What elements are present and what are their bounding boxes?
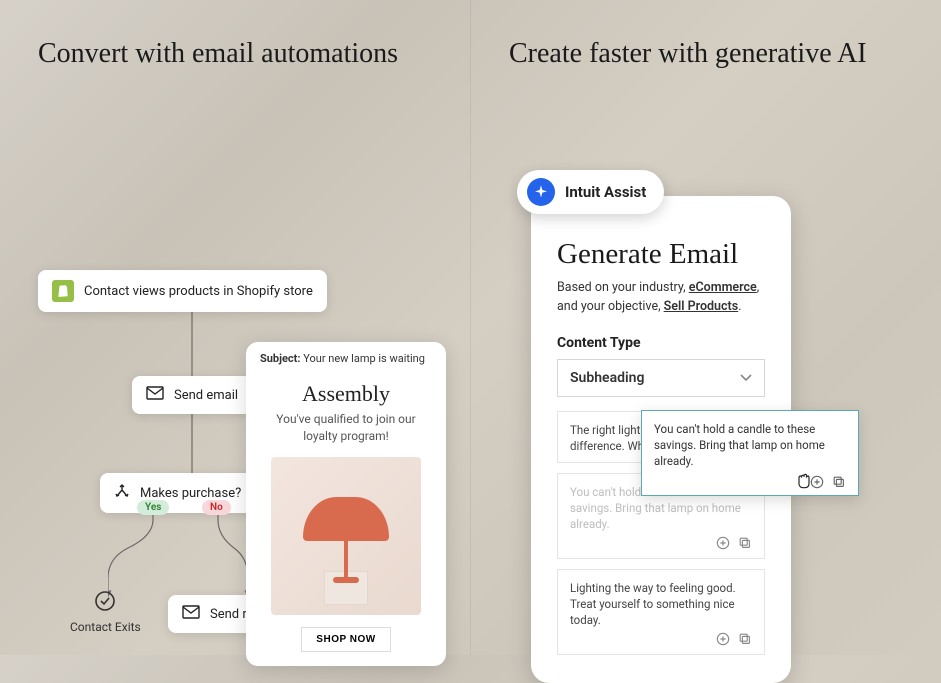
tooltip-text: You can't hold a candle to these savings… — [654, 422, 825, 468]
automation-flow: Contact views products in Shopify store … — [38, 100, 440, 660]
content-type-label: Content Type — [557, 335, 765, 351]
plus-circle-icon[interactable] — [716, 536, 730, 550]
decision-label: Makes purchase? — [140, 486, 241, 501]
copy-icon[interactable] — [738, 536, 752, 550]
generate-subtitle: Based on your industry, eCommerce, and y… — [557, 279, 765, 317]
email-brand: Assembly — [246, 381, 446, 407]
industry-link[interactable]: eCommerce — [689, 280, 757, 295]
check-circle-icon — [94, 590, 116, 612]
copy-icon[interactable] — [832, 475, 846, 489]
suggestion-card[interactable]: Lighting the way to feeling good. Treat … — [557, 569, 765, 655]
email-subject: Subject: Your new lamp is waiting — [246, 342, 446, 373]
email-preview-card: Subject: Your new lamp is waiting Assemb… — [246, 342, 446, 666]
suggestion-tooltip[interactable]: You can't hold a candle to these savings… — [641, 410, 859, 496]
chevron-down-icon — [740, 370, 752, 386]
product-image — [271, 457, 421, 615]
decision-node[interactable]: Makes purchase? — [100, 473, 255, 513]
contact-exits: Contact Exits — [70, 590, 141, 634]
grab-cursor-icon — [794, 471, 814, 491]
email-copy: You've qualified to join our loyalty pro… — [246, 411, 446, 457]
envelope-icon — [146, 386, 164, 404]
suggestion-text: Lighting the way to feeling good. Treat … — [570, 581, 736, 627]
trigger-label: Contact views products in Shopify store — [84, 284, 313, 299]
branch-yes-pill: Yes — [137, 500, 169, 515]
plus-circle-icon[interactable] — [716, 632, 730, 646]
right-heading: Create faster with generative AI — [509, 38, 911, 70]
shop-now-button[interactable]: SHOP NOW — [301, 627, 390, 652]
trigger-node[interactable]: Contact views products in Shopify store — [38, 270, 327, 312]
sparkle-icon — [527, 178, 555, 206]
generative-ai-column: Create faster with generative AI Intuit … — [471, 0, 941, 655]
split-icon — [114, 483, 130, 503]
envelope-icon — [182, 605, 200, 623]
send-label: Send email — [174, 388, 238, 403]
branch-no-pill: No — [202, 500, 231, 515]
email-automations-column: Convert with email automations Contact v… — [0, 0, 471, 655]
assist-label: Intuit Assist — [565, 183, 646, 201]
copy-icon[interactable] — [738, 632, 752, 646]
select-value: Subheading — [570, 370, 644, 386]
shopify-icon — [52, 280, 74, 302]
exit-label: Contact Exits — [70, 620, 141, 634]
left-heading: Convert with email automations — [38, 38, 440, 70]
content-type-select[interactable]: Subheading — [557, 359, 765, 397]
objective-link[interactable]: Sell Products — [664, 299, 739, 314]
generate-title: Generate Email — [557, 238, 765, 271]
intuit-assist-pill[interactable]: Intuit Assist — [517, 170, 664, 214]
send-email-node[interactable]: Send email — [132, 376, 252, 414]
